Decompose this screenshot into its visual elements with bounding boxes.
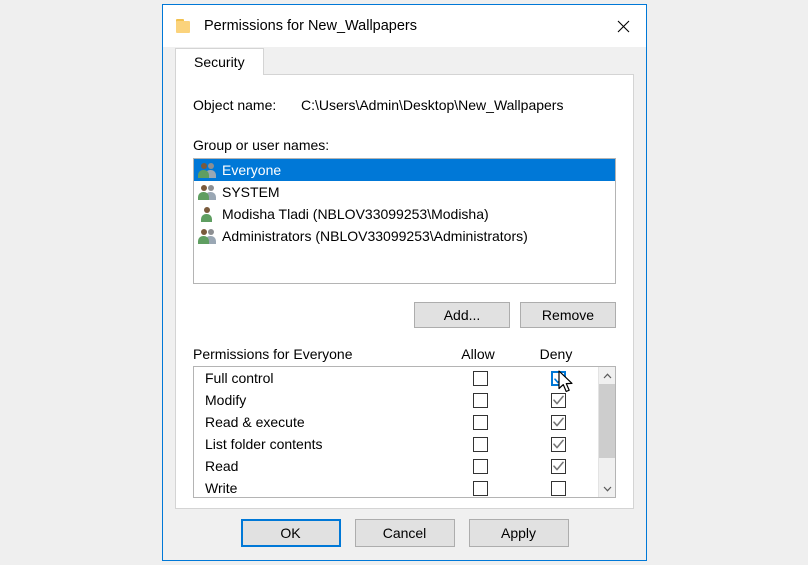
permission-name: Full control: [205, 370, 274, 386]
allow-checkbox[interactable]: [472, 436, 488, 452]
permissions-header: Permissions for Everyone Allow Deny: [193, 346, 616, 362]
apply-button[interactable]: Apply: [468, 518, 569, 547]
deny-cell: [518, 436, 598, 452]
permissions-dialog: Permissions for New_Wallpapers Security …: [162, 4, 647, 561]
deny-cell: [518, 458, 598, 474]
permission-row[interactable]: Read & execute: [194, 411, 598, 433]
allow-checkbox[interactable]: [472, 370, 488, 386]
folder-icon: [176, 19, 192, 33]
list-item-label: Modisha Tladi (NBLOV33099253\Modisha): [222, 206, 489, 222]
list-item-everyone[interactable]: Everyone: [194, 159, 615, 181]
allow-checkbox[interactable]: [472, 458, 488, 474]
deny-checkbox[interactable]: [550, 414, 566, 430]
scrollbar-track[interactable]: [599, 384, 615, 480]
group-icon: [198, 162, 216, 178]
deny-checkbox[interactable]: [550, 436, 566, 452]
add-button[interactable]: Add...: [414, 302, 510, 328]
permission-name: List folder contents: [205, 436, 323, 452]
permissions-scrollbar[interactable]: [598, 367, 615, 497]
list-action-buttons: Add... Remove: [193, 302, 616, 328]
list-item-label: Administrators (NBLOV33099253\Administra…: [222, 228, 528, 244]
list-item-administrators[interactable]: Administrators (NBLOV33099253\Administra…: [194, 225, 615, 247]
allow-checkbox[interactable]: [472, 392, 488, 408]
object-name-label: Object name:: [193, 97, 277, 113]
permission-name: Read & execute: [205, 414, 305, 430]
allow-cell: [442, 414, 518, 430]
allow-cell: [442, 480, 518, 496]
scrollbar-thumb[interactable]: [599, 384, 615, 458]
close-icon[interactable]: [600, 5, 646, 47]
security-tab-panel: Object name: C:\Users\Admin\Desktop\New_…: [175, 74, 634, 509]
dialog-title: Permissions for New_Wallpapers: [204, 18, 418, 34]
deny-cell: [518, 392, 598, 408]
permission-row[interactable]: Modify: [194, 389, 598, 411]
allow-column-header: Allow: [461, 346, 495, 362]
cancel-button[interactable]: Cancel: [354, 518, 455, 547]
list-item-label: SYSTEM: [222, 184, 280, 200]
user-icon: [198, 206, 216, 222]
remove-button[interactable]: Remove: [520, 302, 616, 328]
allow-checkbox[interactable]: [472, 480, 488, 496]
permissions-list[interactable]: Full control Modify Read & execute List fol…: [193, 366, 616, 498]
chevron-down-icon[interactable]: [599, 480, 615, 497]
permission-name: Write: [205, 480, 238, 496]
deny-cell: [518, 414, 598, 430]
deny-checkbox[interactable]: [549, 369, 567, 387]
tab-security-label: Security: [194, 54, 245, 70]
list-item-system[interactable]: SYSTEM: [194, 181, 615, 203]
permission-name: Read: [205, 458, 239, 474]
deny-checkbox[interactable]: [550, 392, 566, 408]
permissions-rows: Full control Modify Read & execute List fol…: [194, 367, 598, 497]
allow-cell: [442, 370, 518, 386]
dialog-button-bar: OK Cancel Apply: [163, 509, 646, 560]
permission-name: Modify: [205, 392, 247, 408]
allow-cell: [442, 436, 518, 452]
allow-cell: [442, 392, 518, 408]
list-item-modisha-tladi[interactable]: Modisha Tladi (NBLOV33099253\Modisha): [194, 203, 615, 225]
allow-cell: [442, 458, 518, 474]
permission-row[interactable]: List folder contents: [194, 433, 598, 455]
permission-row[interactable]: Read: [194, 455, 598, 477]
tab-security[interactable]: Security: [175, 48, 264, 75]
deny-cell: [518, 369, 598, 387]
object-name-row: Object name: C:\Users\Admin\Desktop\New_…: [193, 75, 616, 113]
permission-row[interactable]: Full control: [194, 367, 598, 389]
group-icon: [198, 184, 216, 200]
group-or-user-names-list[interactable]: Everyone SYSTEM Modisha Tladi (NBLOV3309…: [193, 158, 616, 284]
group-list-label: Group or user names:: [193, 137, 330, 153]
group-icon: [198, 228, 216, 244]
list-item-label: Everyone: [222, 162, 282, 178]
object-name-value: C:\Users\Admin\Desktop\New_Wallpapers: [301, 97, 564, 113]
deny-checkbox[interactable]: [550, 480, 566, 496]
deny-checkbox[interactable]: [550, 458, 566, 474]
permission-row[interactable]: Write: [194, 477, 598, 497]
dialog-titlebar: Permissions for New_Wallpapers: [163, 5, 646, 47]
deny-column-header: Deny: [539, 346, 573, 362]
chevron-up-icon[interactable]: [599, 367, 615, 384]
permissions-for-label: Permissions for Everyone: [193, 346, 353, 362]
tab-strip: Security: [163, 47, 646, 75]
ok-button[interactable]: OK: [240, 518, 341, 547]
deny-cell: [518, 480, 598, 496]
allow-checkbox[interactable]: [472, 414, 488, 430]
